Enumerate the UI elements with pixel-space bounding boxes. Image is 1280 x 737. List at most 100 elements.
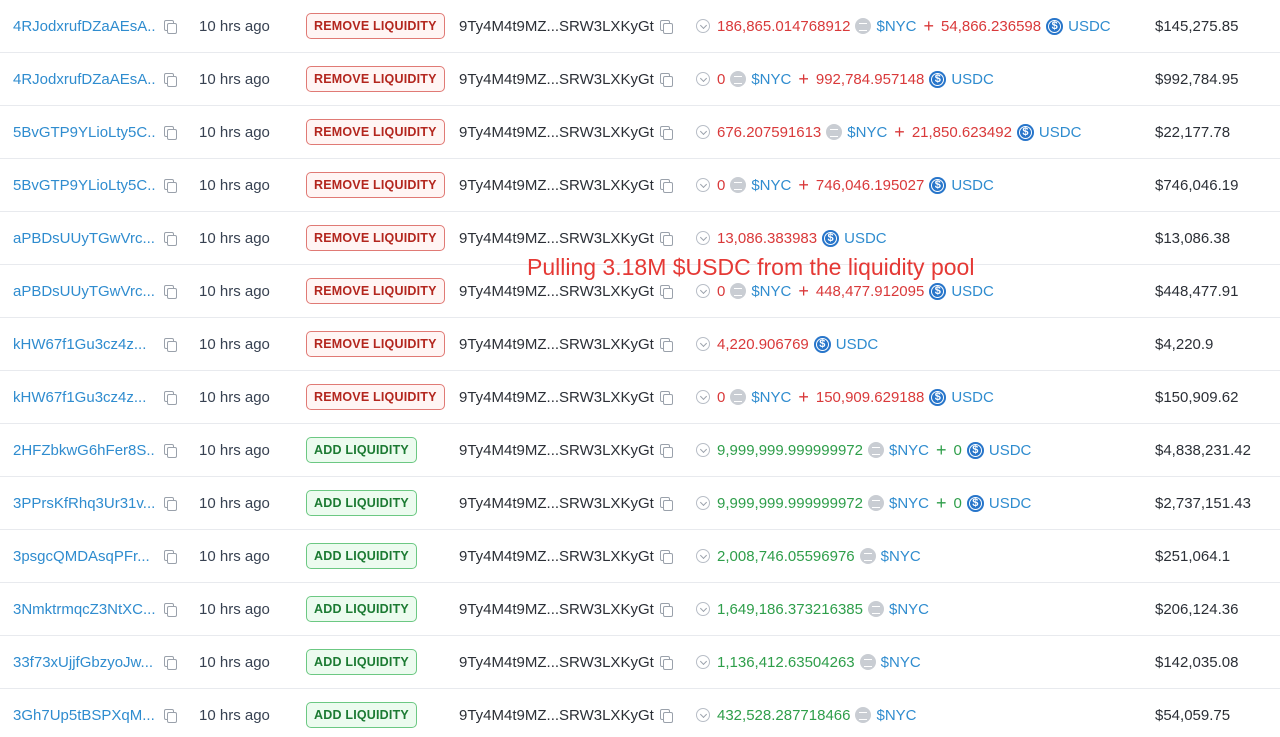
signature-link[interactable]: aPBDsUUyTGwVrc... bbox=[13, 283, 155, 300]
copy-icon[interactable] bbox=[659, 337, 673, 352]
token-symbol-link[interactable]: $NYC bbox=[889, 495, 929, 512]
copy-icon[interactable] bbox=[659, 284, 673, 299]
token-symbol-link[interactable]: $NYC bbox=[847, 124, 887, 141]
table-row[interactable]: kHW67f1Gu3cz4z... 10 hrs ago REMOVE LIQUID… bbox=[0, 318, 1280, 371]
chevron-down-icon[interactable] bbox=[696, 443, 710, 457]
copy-icon[interactable] bbox=[164, 231, 177, 246]
signature-link[interactable]: aPBDsUUyTGwVrc... bbox=[13, 230, 155, 247]
chevron-down-icon[interactable] bbox=[696, 390, 710, 404]
copy-icon[interactable] bbox=[164, 284, 177, 299]
copy-icon[interactable] bbox=[659, 390, 673, 405]
account-address[interactable]: 9Ty4M4t9MZ...SRW3LXKyGt bbox=[459, 707, 654, 724]
signature-link[interactable]: 33f73xUjjfGbzyoJw... bbox=[13, 654, 155, 671]
copy-icon[interactable] bbox=[659, 549, 673, 564]
table-row[interactable]: 3Gh7Up5tBSPXqM... 10 hrs ago ADD LIQUIDITY… bbox=[0, 689, 1280, 737]
table-row[interactable]: kHW67f1Gu3cz4z... 10 hrs ago REMOVE LIQUID… bbox=[0, 371, 1280, 424]
account-address[interactable]: 9Ty4M4t9MZ...SRW3LXKyGt bbox=[459, 389, 654, 406]
copy-icon[interactable] bbox=[164, 72, 177, 87]
chevron-down-icon[interactable] bbox=[696, 708, 710, 722]
copy-icon[interactable] bbox=[164, 549, 177, 564]
signature-link[interactable]: kHW67f1Gu3cz4z... bbox=[13, 389, 155, 406]
token-symbol-link[interactable]: $NYC bbox=[751, 71, 791, 88]
token-symbol-link[interactable]: USDC bbox=[989, 495, 1032, 512]
table-row[interactable]: 3PPrsKfRhq3Ur31v... 10 hrs ago ADD LIQUIDI… bbox=[0, 477, 1280, 530]
copy-icon[interactable] bbox=[659, 602, 673, 617]
copy-icon[interactable] bbox=[659, 496, 673, 511]
copy-icon[interactable] bbox=[164, 337, 177, 352]
copy-icon[interactable] bbox=[164, 708, 177, 723]
copy-icon[interactable] bbox=[659, 231, 673, 246]
chevron-down-icon[interactable] bbox=[696, 72, 710, 86]
token-symbol-link[interactable]: USDC bbox=[836, 336, 879, 353]
chevron-down-icon[interactable] bbox=[696, 19, 710, 33]
account-address[interactable]: 9Ty4M4t9MZ...SRW3LXKyGt bbox=[459, 601, 654, 618]
signature-link[interactable]: 3PPrsKfRhq3Ur31v... bbox=[13, 495, 155, 512]
token-symbol-link[interactable]: USDC bbox=[951, 389, 994, 406]
token-symbol-link[interactable]: USDC bbox=[951, 177, 994, 194]
token-symbol-link[interactable]: USDC bbox=[951, 283, 994, 300]
signature-link[interactable]: 4RJodxrufDZaAEsA... bbox=[13, 71, 155, 88]
token-symbol-link[interactable]: USDC bbox=[951, 71, 994, 88]
signature-link[interactable]: 4RJodxrufDZaAEsA... bbox=[13, 18, 155, 35]
account-address[interactable]: 9Ty4M4t9MZ...SRW3LXKyGt bbox=[459, 442, 654, 459]
copy-icon[interactable] bbox=[659, 125, 673, 140]
copy-icon[interactable] bbox=[659, 443, 673, 458]
table-row[interactable]: 5BvGTP9YLioLty5C... 10 hrs ago REMOVE LIQU… bbox=[0, 106, 1280, 159]
token-symbol-link[interactable]: $NYC bbox=[751, 283, 791, 300]
signature-link[interactable]: kHW67f1Gu3cz4z... bbox=[13, 336, 155, 353]
copy-icon[interactable] bbox=[164, 19, 177, 34]
token-symbol-link[interactable]: $NYC bbox=[881, 654, 921, 671]
table-row[interactable]: 2HFZbkwG6hFer8S... 10 hrs ago ADD LIQUIDIT… bbox=[0, 424, 1280, 477]
chevron-down-icon[interactable] bbox=[696, 125, 710, 139]
token-symbol-link[interactable]: $NYC bbox=[889, 442, 929, 459]
copy-icon[interactable] bbox=[164, 390, 177, 405]
chevron-down-icon[interactable] bbox=[696, 231, 710, 245]
copy-icon[interactable] bbox=[659, 708, 673, 723]
token-symbol-link[interactable]: USDC bbox=[1068, 18, 1111, 35]
copy-icon[interactable] bbox=[659, 178, 673, 193]
token-symbol-link[interactable]: $NYC bbox=[876, 707, 916, 724]
account-address[interactable]: 9Ty4M4t9MZ...SRW3LXKyGt bbox=[459, 71, 654, 88]
chevron-down-icon[interactable] bbox=[696, 178, 710, 192]
signature-link[interactable]: 3Gh7Up5tBSPXqM... bbox=[13, 707, 155, 724]
account-address[interactable]: 9Ty4M4t9MZ...SRW3LXKyGt bbox=[459, 654, 654, 671]
token-symbol-link[interactable]: $NYC bbox=[751, 389, 791, 406]
table-row[interactable]: 4RJodxrufDZaAEsA... 10 hrs ago REMOVE LIQU… bbox=[0, 53, 1280, 106]
table-row[interactable]: 3NmktrmqcZ3NtXC... 10 hrs ago ADD LIQUIDIT… bbox=[0, 583, 1280, 636]
token-symbol-link[interactable]: USDC bbox=[1039, 124, 1082, 141]
token-symbol-link[interactable]: $NYC bbox=[881, 548, 921, 565]
copy-icon[interactable] bbox=[659, 72, 673, 87]
account-address[interactable]: 9Ty4M4t9MZ...SRW3LXKyGt bbox=[459, 18, 654, 35]
table-row[interactable]: 5BvGTP9YLioLty5C... 10 hrs ago REMOVE LIQU… bbox=[0, 159, 1280, 212]
account-address[interactable]: 9Ty4M4t9MZ...SRW3LXKyGt bbox=[459, 177, 654, 194]
chevron-down-icon[interactable] bbox=[696, 496, 710, 510]
account-address[interactable]: 9Ty4M4t9MZ...SRW3LXKyGt bbox=[459, 283, 654, 300]
chevron-down-icon[interactable] bbox=[696, 549, 710, 563]
chevron-down-icon[interactable] bbox=[696, 337, 710, 351]
token-symbol-link[interactable]: $NYC bbox=[876, 18, 916, 35]
chevron-down-icon[interactable] bbox=[696, 284, 710, 298]
chevron-down-icon[interactable] bbox=[696, 655, 710, 669]
token-symbol-link[interactable]: USDC bbox=[989, 442, 1032, 459]
account-address[interactable]: 9Ty4M4t9MZ...SRW3LXKyGt bbox=[459, 230, 654, 247]
copy-icon[interactable] bbox=[659, 655, 673, 670]
account-address[interactable]: 9Ty4M4t9MZ...SRW3LXKyGt bbox=[459, 495, 654, 512]
signature-link[interactable]: 3NmktrmqcZ3NtXC... bbox=[13, 601, 155, 618]
chevron-down-icon[interactable] bbox=[696, 602, 710, 616]
account-address[interactable]: 9Ty4M4t9MZ...SRW3LXKyGt bbox=[459, 336, 654, 353]
copy-icon[interactable] bbox=[164, 178, 177, 193]
copy-icon[interactable] bbox=[164, 602, 177, 617]
copy-icon[interactable] bbox=[164, 496, 177, 511]
copy-icon[interactable] bbox=[659, 19, 673, 34]
table-row[interactable]: 33f73xUjjfGbzyoJw... 10 hrs ago ADD LIQUID… bbox=[0, 636, 1280, 689]
signature-link[interactable]: 3psgcQMDAsqPFr... bbox=[13, 548, 155, 565]
table-row[interactable]: 3psgcQMDAsqPFr... 10 hrs ago ADD LIQUIDITY… bbox=[0, 530, 1280, 583]
copy-icon[interactable] bbox=[164, 443, 177, 458]
token-symbol-link[interactable]: USDC bbox=[844, 230, 887, 247]
table-row[interactable]: 4RJodxrufDZaAEsA... 10 hrs ago REMOVE LIQU… bbox=[0, 0, 1280, 53]
copy-icon[interactable] bbox=[164, 655, 177, 670]
signature-link[interactable]: 5BvGTP9YLioLty5C... bbox=[13, 124, 155, 141]
copy-icon[interactable] bbox=[164, 125, 177, 140]
account-address[interactable]: 9Ty4M4t9MZ...SRW3LXKyGt bbox=[459, 548, 654, 565]
signature-link[interactable]: 2HFZbkwG6hFer8S... bbox=[13, 442, 155, 459]
